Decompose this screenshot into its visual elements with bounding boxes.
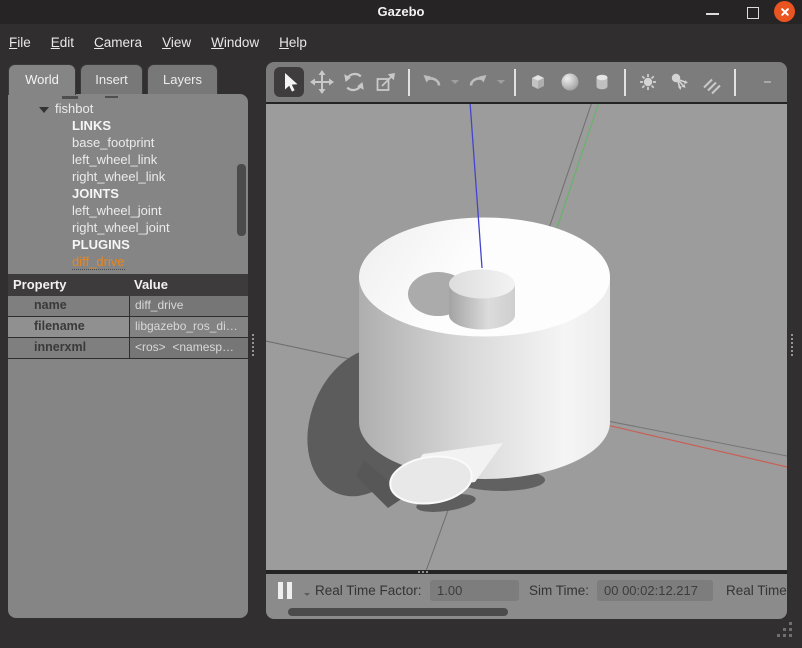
menu-camera[interactable]: Camera: [91, 33, 145, 52]
undo-arrow-icon: [419, 69, 445, 95]
view-toolbar: [266, 62, 787, 104]
menu-file[interactable]: File: [6, 33, 34, 52]
render-area: Real Time Factor: 1.00 Sim Time: 00 00:0…: [266, 62, 787, 619]
spot-light-button[interactable]: [666, 68, 694, 96]
right-splitter-handle[interactable]: [791, 334, 793, 358]
clipped-tree-row: [105, 96, 118, 98]
scrollbar-thumb[interactable]: [288, 608, 508, 616]
maximize-icon[interactable]: [747, 7, 759, 19]
translate-tool-button[interactable]: [308, 68, 336, 96]
redo-button[interactable]: [464, 68, 492, 96]
table-row[interactable]: innerxml <ros> <namesp…: [8, 338, 248, 359]
toolbar-separator: [624, 69, 626, 96]
menu-view[interactable]: View: [159, 33, 194, 52]
resize-grip-icon[interactable]: [772, 621, 794, 640]
menu-help[interactable]: Help: [276, 33, 310, 52]
table-row[interactable]: name diff_drive: [8, 296, 248, 317]
directional-light-icon: [699, 69, 725, 95]
spotlight-icon: [667, 69, 693, 95]
time-panel-scrollbar[interactable]: [266, 607, 787, 619]
column-value: Value: [129, 274, 248, 296]
tree-section-plugins[interactable]: PLUGINS: [8, 236, 248, 253]
rtf-value-field[interactable]: 1.00: [430, 580, 519, 601]
tree-item-left-wheel-link[interactable]: left_wheel_link: [8, 151, 248, 168]
sphere-icon: [557, 69, 583, 95]
insert-box-button[interactable]: [524, 68, 552, 96]
world-panel: fishbot LINKS base_footprint left_wheel_…: [8, 94, 248, 618]
move-arrows-icon: [309, 69, 335, 95]
column-property: Property: [8, 274, 129, 296]
tab-layers[interactable]: Layers: [147, 64, 218, 94]
tree-item-right-wheel-joint[interactable]: right_wheel_joint: [8, 219, 248, 236]
box-icon: [525, 69, 551, 95]
toolbar-overflow-icon[interactable]: [764, 81, 771, 83]
table-row[interactable]: filename libgazebo_ros_di…: [8, 317, 248, 338]
tree-section-links[interactable]: LINKS: [8, 117, 248, 134]
point-light-button[interactable]: [634, 68, 662, 96]
toolbar-separator: [408, 69, 410, 96]
undo-button[interactable]: [418, 68, 446, 96]
menubar: File Edit Camera View Window Help: [0, 24, 802, 60]
step-dropdown-icon[interactable]: [304, 593, 310, 596]
directional-light-button[interactable]: [698, 68, 726, 96]
rtf-label: Real Time Factor:: [315, 574, 422, 607]
undo-dropdown-icon[interactable]: [451, 80, 459, 84]
real-time-label: Real Time:: [726, 574, 787, 607]
scale-tool-button[interactable]: [372, 68, 400, 96]
render-scene: [266, 104, 787, 570]
toolbar-separator: [514, 69, 516, 96]
sim-time-field[interactable]: 00 00:02:12.217: [597, 580, 713, 601]
cylinder-icon: [589, 69, 615, 95]
property-table: Property Value name diff_drive filename …: [8, 274, 248, 359]
redo-dropdown-icon[interactable]: [497, 80, 505, 84]
select-tool-button[interactable]: [274, 67, 304, 97]
tree-item-right-wheel-link[interactable]: right_wheel_link: [8, 168, 248, 185]
property-table-header: Property Value: [8, 274, 248, 296]
tab-insert[interactable]: Insert: [80, 64, 143, 94]
titlebar[interactable]: Gazebo: [0, 0, 802, 24]
tree-section-joints[interactable]: JOINTS: [8, 185, 248, 202]
minimize-icon[interactable]: [706, 13, 719, 15]
expand-arrow-icon[interactable]: [39, 107, 49, 113]
scale-icon: [373, 69, 399, 95]
insert-cylinder-button[interactable]: [588, 68, 616, 96]
close-icon[interactable]: [774, 1, 795, 22]
sun-icon: [635, 69, 661, 95]
tree-item-base-footprint[interactable]: base_footprint: [8, 134, 248, 151]
sim-time-label: Sim Time:: [529, 574, 589, 607]
menu-window[interactable]: Window: [208, 33, 262, 52]
cursor-arrow-icon: [276, 69, 302, 95]
render-canvas[interactable]: [266, 104, 787, 570]
panel-splitter-handle[interactable]: [252, 334, 254, 358]
rotate-tool-button[interactable]: [340, 68, 368, 96]
toolbar-separator: [734, 69, 736, 96]
insert-sphere-button[interactable]: [556, 68, 584, 96]
tree-item-fishbot[interactable]: fishbot: [8, 100, 248, 117]
tree-item-diff-drive[interactable]: diff_drive: [8, 253, 248, 270]
lidar-top[interactable]: [449, 270, 515, 299]
tree-item-left-wheel-joint[interactable]: left_wheel_joint: [8, 202, 248, 219]
tree-scrollbar[interactable]: [237, 164, 246, 236]
rotate-arrows-icon: [341, 69, 367, 95]
pause-button[interactable]: [278, 582, 294, 599]
tab-world[interactable]: World: [8, 64, 76, 95]
gazebo-window: { "window": {"title": "Gazebo"}, "menu":…: [0, 0, 802, 648]
redo-arrow-icon: [465, 69, 491, 95]
world-tree: fishbot LINKS base_footprint left_wheel_…: [8, 100, 248, 270]
window-title: Gazebo: [0, 0, 802, 24]
time-panel: Real Time Factor: 1.00 Sim Time: 00 00:0…: [266, 574, 787, 607]
menu-edit[interactable]: Edit: [48, 33, 77, 52]
clipped-tree-row: [62, 96, 78, 99]
